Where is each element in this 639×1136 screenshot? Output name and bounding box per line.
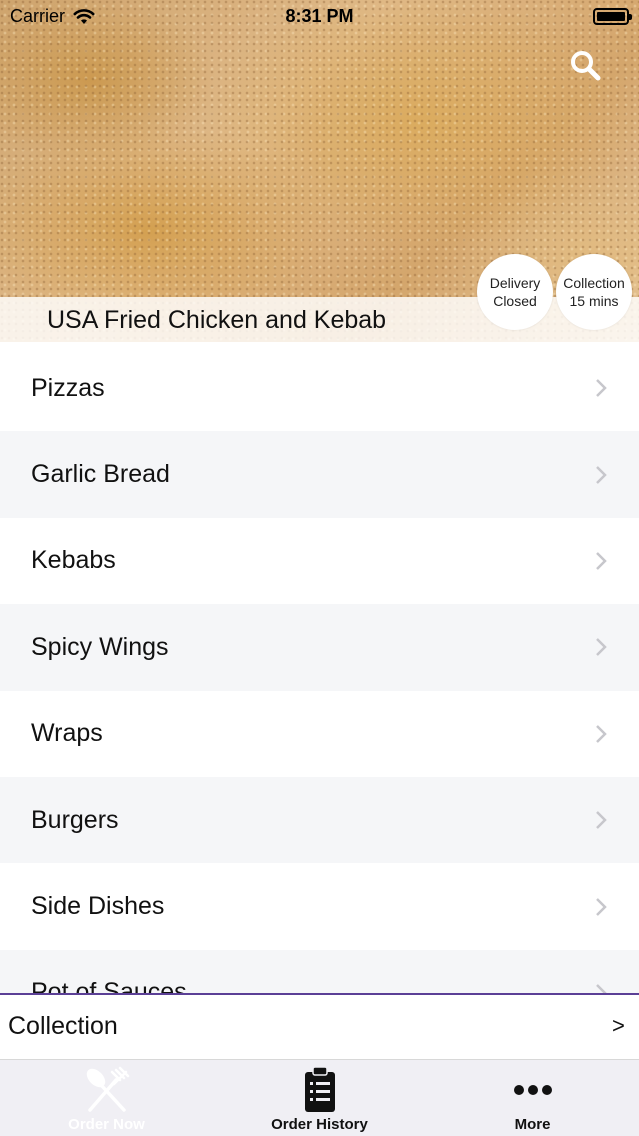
delivery-status-badge: Delivery Closed xyxy=(477,254,553,330)
menu-item-label: Garlic Bread xyxy=(31,460,170,489)
delivery-badge-title: Delivery xyxy=(489,275,541,291)
tab-bar: Order Now Order History More xyxy=(0,1060,639,1136)
collection-time-badge: Collection 15 mins xyxy=(556,254,632,330)
menu-item-label: Burgers xyxy=(31,805,119,834)
tab-label: More xyxy=(514,1116,551,1133)
status-time: 8:31 PM xyxy=(285,6,354,26)
status-bar: Carrier 8:31 PM xyxy=(0,0,639,34)
menu-item-label: Spicy Wings xyxy=(31,632,169,661)
menu-item-label: Pizzas xyxy=(31,373,105,402)
chevron-right-icon xyxy=(596,638,607,657)
chevron-right-icon xyxy=(596,724,607,743)
chevron-right-icon xyxy=(596,465,607,484)
chevron-right-icon xyxy=(596,897,607,916)
ellipsis-icon xyxy=(513,1085,552,1095)
menu-item-label: Pot of Sauces xyxy=(31,978,187,993)
order-mode-selector[interactable]: Collection > xyxy=(0,995,639,1060)
chevron-right-icon xyxy=(596,811,607,830)
restaurant-name: USA Fried Chicken and Kebab xyxy=(47,306,387,334)
search-icon[interactable] xyxy=(568,48,602,82)
menu-item-pot-of-sauces[interactable]: Pot of Sauces xyxy=(0,949,639,993)
order-mode-arrow: > xyxy=(612,1013,625,1038)
menu-item-label: Wraps xyxy=(31,719,103,748)
collection-badge-title: Collection xyxy=(563,275,625,291)
delivery-badge-status: Closed xyxy=(493,293,537,309)
collection-badge-time: 15 mins xyxy=(569,293,619,309)
menu-category-list: Pizzas Garlic Bread Kebabs Spicy Wings W… xyxy=(0,345,639,993)
menu-item-wraps[interactable]: Wraps xyxy=(0,691,639,777)
chevron-right-icon xyxy=(596,984,607,993)
battery-icon xyxy=(593,8,632,25)
tab-label: Order History xyxy=(271,1116,368,1133)
chevron-right-icon xyxy=(596,552,607,570)
tab-more[interactable]: More xyxy=(426,1060,639,1136)
menu-item-pizzas[interactable]: Pizzas xyxy=(0,345,639,431)
clipboard-icon xyxy=(304,1066,335,1112)
tab-order-history[interactable]: Order History xyxy=(213,1060,426,1136)
chevron-right-icon xyxy=(596,379,607,398)
menu-item-burgers[interactable]: Burgers xyxy=(0,776,639,864)
menu-item-label: Kebabs xyxy=(31,546,116,575)
menu-item-spicy-wings[interactable]: Spicy Wings xyxy=(0,604,639,691)
tab-order-now[interactable]: Order Now xyxy=(0,1060,213,1136)
tab-label: Order Now xyxy=(68,1116,145,1133)
menu-item-kebabs[interactable]: Kebabs xyxy=(0,518,639,604)
order-mode-label: Collection xyxy=(8,1012,118,1040)
fork-knife-icon xyxy=(86,1066,129,1112)
menu-item-garlic-bread[interactable]: Garlic Bread xyxy=(0,431,639,518)
menu-item-side-dishes[interactable]: Side Dishes xyxy=(0,863,639,949)
menu-item-label: Side Dishes xyxy=(31,892,165,921)
